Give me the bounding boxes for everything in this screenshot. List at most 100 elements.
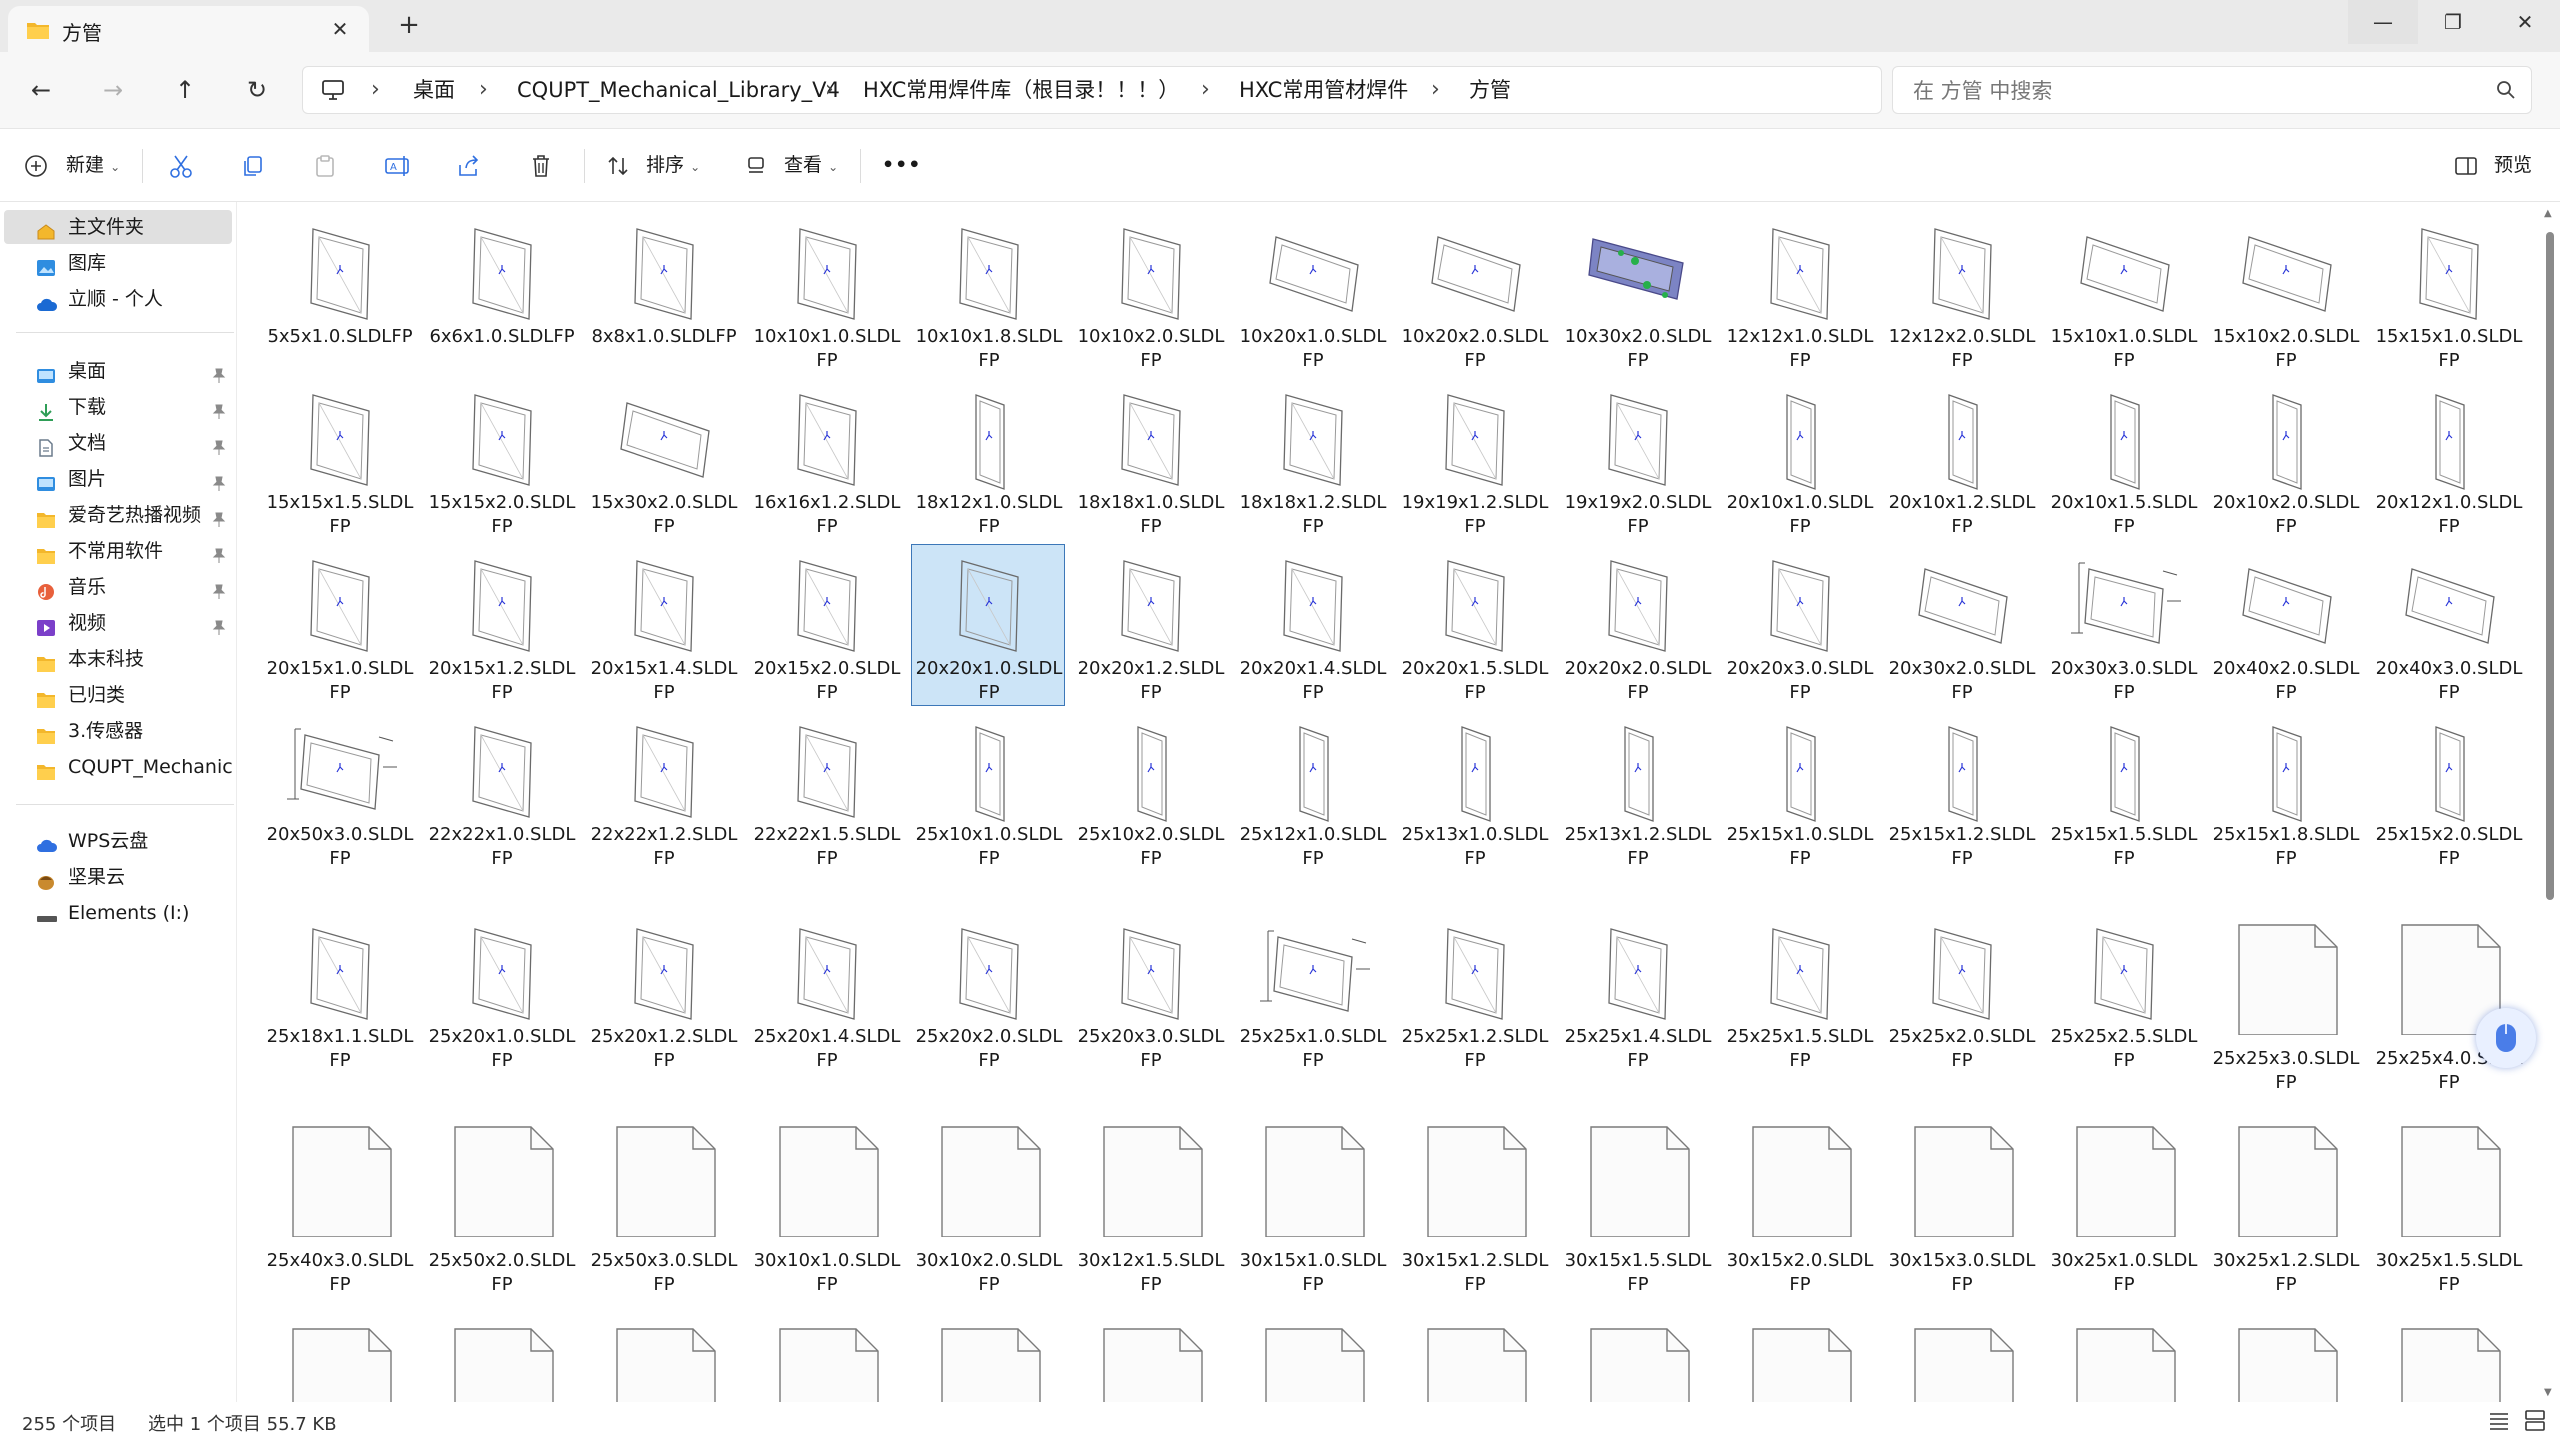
- file-item[interactable]: 25x25x1.0.SLDLFP: [1235, 912, 1389, 1074]
- file-item[interactable]: 15x10x2.0.SLDLFP: [2208, 212, 2362, 374]
- share-button[interactable]: [456, 145, 482, 185]
- file-item[interactable]: 8x8x1.0.SLDLFP: [586, 212, 740, 374]
- sidebar-item-gallery[interactable]: 图库: [4, 246, 232, 280]
- breadcrumb-separator[interactable]: ›: [825, 67, 834, 113]
- file-item[interactable]: 20x15x1.0.SLDLFP: [262, 544, 416, 706]
- file-item[interactable]: 30x25x1.2.SLDLFP: [2208, 1114, 2362, 1304]
- file-item[interactable]: 20x20x1.0.SLDLFP: [911, 544, 1065, 706]
- forward-button[interactable]: →: [92, 69, 134, 111]
- maximize-button[interactable]: ❐: [2418, 0, 2488, 44]
- file-item[interactable]: 6x6x1.0.SLDLFP: [424, 212, 578, 374]
- breadcrumb-pipe-weldment[interactable]: HXC常用管材焊件: [1239, 67, 1408, 113]
- file-item[interactable]: 25x50x3.0.SLDLFP: [586, 1114, 740, 1304]
- file-item[interactable]: 16x16x1.2.SLDLFP: [749, 378, 903, 540]
- file-item[interactable]: [911, 1316, 1065, 1404]
- file-item[interactable]: 20x10x1.5.SLDLFP: [2046, 378, 2200, 540]
- rename-button[interactable]: A: [384, 145, 412, 185]
- file-item[interactable]: 20x10x1.0.SLDLFP: [1722, 378, 1876, 540]
- file-item[interactable]: 18x18x1.2.SLDLFP: [1235, 378, 1389, 540]
- file-item[interactable]: 20x10x2.0.SLDLFP: [2208, 378, 2362, 540]
- pin-icon[interactable]: [212, 543, 226, 568]
- file-item[interactable]: 20x40x3.0.SLDLFP: [2371, 544, 2525, 706]
- tab-current[interactable]: 方管 ✕: [8, 6, 369, 52]
- file-item[interactable]: 25x10x1.0.SLDLFP: [911, 710, 1065, 872]
- sidebar-item-6[interactable]: 不常用软件: [4, 534, 232, 568]
- sidebar-item-10[interactable]: 已归类: [4, 678, 232, 712]
- file-item[interactable]: [586, 1316, 740, 1404]
- file-item[interactable]: 15x30x2.0.SLDLFP: [586, 378, 740, 540]
- file-item[interactable]: 30x15x3.0.SLDLFP: [1884, 1114, 2038, 1304]
- sidebar-drive-2[interactable]: 坚果云: [4, 860, 232, 894]
- file-item[interactable]: 20x15x1.4.SLDLFP: [586, 544, 740, 706]
- breadcrumb-library[interactable]: CQUPT_Mechanical_Library_V4: [517, 67, 840, 113]
- pin-icon[interactable]: [212, 435, 226, 460]
- scroll-up-icon[interactable]: ▲: [2544, 208, 2552, 219]
- file-item[interactable]: 10x20x1.0.SLDLFP: [1235, 212, 1389, 374]
- file-item[interactable]: 25x18x1.1.SLDLFP: [262, 912, 416, 1074]
- pin-icon[interactable]: [212, 615, 226, 640]
- file-item[interactable]: 25x20x1.4.SLDLFP: [749, 912, 903, 1074]
- file-item[interactable]: 20x30x3.0.SLDLFP: [2046, 544, 2200, 706]
- search-box[interactable]: [1892, 66, 2532, 114]
- file-item[interactable]: 30x12x1.5.SLDLFP: [1073, 1114, 1227, 1304]
- file-item[interactable]: [2208, 1316, 2362, 1404]
- file-item[interactable]: 20x20x2.0.SLDLFP: [1560, 544, 1714, 706]
- pin-icon[interactable]: [212, 363, 226, 388]
- sidebar-drive-3[interactable]: Elements (I:): [4, 896, 232, 930]
- file-item[interactable]: [424, 1316, 578, 1404]
- breadcrumb-separator[interactable]: ›: [1201, 67, 1210, 113]
- floating-assistant-button[interactable]: [2476, 1008, 2536, 1068]
- sidebar-item-3[interactable]: 文档: [4, 426, 232, 460]
- file-item[interactable]: 20x12x1.0.SLDLFP: [2371, 378, 2525, 540]
- close-window-button[interactable]: ✕: [2490, 0, 2560, 44]
- file-item[interactable]: 12x12x2.0.SLDLFP: [1884, 212, 2038, 374]
- file-item[interactable]: 25x25x1.5.SLDLFP: [1722, 912, 1876, 1074]
- file-item[interactable]: [1884, 1316, 2038, 1404]
- file-item[interactable]: 25x15x1.0.SLDLFP: [1722, 710, 1876, 872]
- breadcrumb-weldment-root[interactable]: HXC常用焊件库（根目录！！！）: [863, 67, 1179, 113]
- file-item[interactable]: [1722, 1316, 1876, 1404]
- file-item[interactable]: [1235, 1316, 1389, 1404]
- cut-button[interactable]: [168, 145, 194, 185]
- file-item[interactable]: [749, 1316, 903, 1404]
- sidebar-item-onedrive[interactable]: 立顺 - 个人: [4, 282, 232, 316]
- file-item[interactable]: [1560, 1316, 1714, 1404]
- file-item[interactable]: 19x19x2.0.SLDLFP: [1560, 378, 1714, 540]
- breadcrumb-desktop[interactable]: 桌面: [413, 67, 455, 113]
- file-item[interactable]: 25x25x2.0.SLDLFP: [1884, 912, 2038, 1074]
- breadcrumb-separator[interactable]: ›: [1431, 67, 1440, 113]
- file-item[interactable]: 10x10x2.0.SLDLFP: [1073, 212, 1227, 374]
- file-item[interactable]: 25x13x1.2.SLDLFP: [1560, 710, 1714, 872]
- details-view-icon[interactable]: [2486, 1408, 2514, 1434]
- file-item[interactable]: [262, 1316, 416, 1404]
- file-item[interactable]: 20x50x3.0.SLDLFP: [262, 710, 416, 872]
- file-item[interactable]: 25x15x1.5.SLDLFP: [2046, 710, 2200, 872]
- vertical-scrollbar[interactable]: ▲ ▼: [2542, 204, 2558, 1402]
- file-item[interactable]: 15x15x1.0.SLDLFP: [2371, 212, 2525, 374]
- file-item[interactable]: 20x30x2.0.SLDLFP: [1884, 544, 2038, 706]
- sidebar-item-home[interactable]: 主文件夹: [4, 210, 232, 244]
- file-item[interactable]: [2371, 1316, 2525, 1404]
- file-item[interactable]: 5x5x1.0.SLDLFP: [262, 212, 416, 374]
- minimize-button[interactable]: —: [2348, 0, 2418, 44]
- sidebar-item-2[interactable]: 下载: [4, 390, 232, 424]
- file-item[interactable]: 25x25x3.0.SLDLFP: [2208, 912, 2362, 1102]
- file-item[interactable]: 18x18x1.0.SLDLFP: [1073, 378, 1227, 540]
- file-item[interactable]: 22x22x1.0.SLDLFP: [424, 710, 578, 872]
- file-item[interactable]: 20x20x1.4.SLDLFP: [1235, 544, 1389, 706]
- file-item[interactable]: 25x12x1.0.SLDLFP: [1235, 710, 1389, 872]
- new-tab-button[interactable]: +: [392, 10, 426, 44]
- pin-icon[interactable]: [212, 579, 226, 604]
- close-tab-icon[interactable]: ✕: [325, 14, 355, 44]
- file-item[interactable]: 20x20x3.0.SLDLFP: [1722, 544, 1876, 706]
- file-item[interactable]: 20x10x1.2.SLDLFP: [1884, 378, 2038, 540]
- file-item[interactable]: 20x15x2.0.SLDLFP: [749, 544, 903, 706]
- scroll-down-icon[interactable]: ▼: [2544, 1387, 2552, 1398]
- file-item[interactable]: 30x15x1.2.SLDLFP: [1397, 1114, 1551, 1304]
- pin-icon[interactable]: [212, 471, 226, 496]
- breadcrumb-separator[interactable]: ›: [371, 67, 380, 113]
- file-item[interactable]: 10x30x2.0.SLDLFP: [1560, 212, 1714, 374]
- file-item[interactable]: 15x15x1.5.SLDLFP: [262, 378, 416, 540]
- file-item[interactable]: 25x20x1.2.SLDLFP: [586, 912, 740, 1074]
- back-button[interactable]: ←: [20, 69, 62, 111]
